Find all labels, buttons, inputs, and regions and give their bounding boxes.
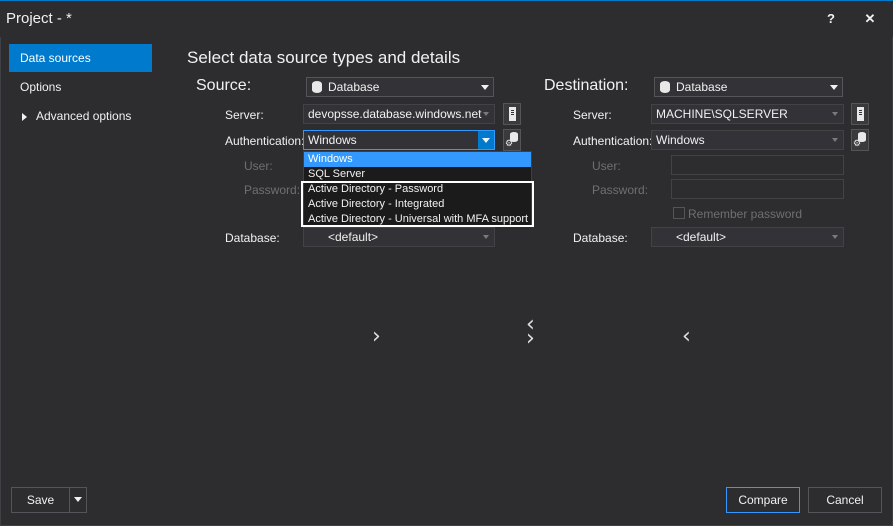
source-database-select[interactable]: <default> [303, 227, 495, 247]
database-gear-icon [505, 132, 518, 149]
sidebar-item-label: Advanced options [36, 109, 132, 123]
destination-auth-label: Authentication: [573, 134, 653, 148]
destination-type-value: Database [676, 80, 728, 94]
source-database-value: <default> [328, 230, 379, 244]
close-button[interactable]: ✕ [859, 8, 881, 30]
destination-title: Destination: [544, 77, 629, 94]
title-bar [0, 0, 893, 38]
server-icon [509, 107, 516, 121]
cancel-button[interactable]: Cancel [808, 487, 882, 513]
destination-server-browse-button[interactable] [851, 103, 869, 125]
source-auth-label: Authentication: [225, 134, 305, 148]
source-password-label: Password: [244, 183, 301, 197]
chevron-right-icon: › [526, 326, 535, 351]
destination-server-select[interactable]: MACHINE\SQLSERVER [651, 104, 844, 124]
save-button[interactable]: Save [11, 487, 70, 513]
auth-option-windows[interactable]: Windows [304, 152, 531, 167]
destination-password-label: Password: [592, 183, 649, 197]
copy-to-source-button[interactable]: ‹ [682, 324, 691, 349]
database-icon [660, 81, 670, 93]
source-server-browse-button[interactable] [503, 103, 521, 125]
remember-password-checkbox[interactable] [673, 207, 685, 219]
destination-server-value: MACHINE\SQLSERVER [656, 107, 788, 121]
source-database-label: Database: [225, 231, 280, 245]
source-auth-value: Windows [308, 133, 357, 147]
active-directory-options-highlight [301, 181, 534, 227]
database-gear-icon [853, 132, 866, 149]
database-icon [312, 81, 322, 93]
destination-password-input[interactable] [671, 179, 844, 199]
source-server-label: Server: [225, 108, 264, 122]
destination-auth-settings-button[interactable] [851, 129, 869, 151]
destination-database-select[interactable]: <default> [651, 227, 844, 247]
chevron-down-icon[interactable] [827, 131, 843, 149]
chevron-down-icon [74, 497, 82, 502]
source-server-value: devopsse.database.windows.net [308, 107, 482, 121]
source-type-value: Database [328, 80, 380, 94]
copy-to-destination-button[interactable]: › [372, 324, 381, 349]
source-server-select[interactable]: devopsse.database.windows.net [303, 104, 495, 124]
chevron-down-icon[interactable] [478, 131, 494, 149]
source-auth-select[interactable]: Windows [303, 130, 495, 150]
remember-password-label: Remember password [688, 207, 803, 221]
destination-type-select[interactable]: Database [654, 77, 843, 97]
destination-auth-select[interactable]: Windows [651, 130, 844, 150]
sidebar-item-data-sources[interactable]: Data sources [9, 44, 152, 72]
chevron-down-icon[interactable] [478, 105, 494, 123]
chevron-down-icon[interactable] [478, 228, 494, 246]
auth-option-sql-server[interactable]: SQL Server [304, 167, 531, 182]
source-user-label: User: [244, 159, 273, 173]
destination-user-input[interactable] [671, 155, 844, 175]
expand-triangle-icon[interactable] [22, 112, 27, 121]
save-options-button[interactable] [69, 487, 87, 513]
destination-user-label: User: [592, 159, 621, 173]
source-title: Source: [196, 77, 252, 94]
window-title: Project - * [6, 10, 72, 27]
swap-button[interactable]: ‹ › [526, 314, 535, 351]
chevron-down-icon[interactable] [477, 78, 493, 96]
chevron-down-icon[interactable] [826, 78, 842, 96]
help-button[interactable]: ? [820, 8, 842, 30]
server-icon [857, 107, 864, 121]
chevron-down-icon[interactable] [827, 228, 843, 246]
source-auth-settings-button[interactable] [503, 129, 521, 151]
page-title: Select data source types and details [187, 48, 461, 67]
destination-database-value: <default> [676, 230, 727, 244]
sidebar-item-options[interactable]: Options [9, 73, 152, 101]
destination-server-label: Server: [573, 108, 612, 122]
destination-database-label: Database: [573, 231, 628, 245]
chevron-down-icon[interactable] [827, 105, 843, 123]
destination-auth-value: Windows [656, 133, 705, 147]
compare-button[interactable]: Compare [726, 487, 800, 513]
sidebar-item-advanced-options[interactable]: Advanced options [9, 102, 152, 130]
source-type-select[interactable]: Database [306, 77, 494, 97]
